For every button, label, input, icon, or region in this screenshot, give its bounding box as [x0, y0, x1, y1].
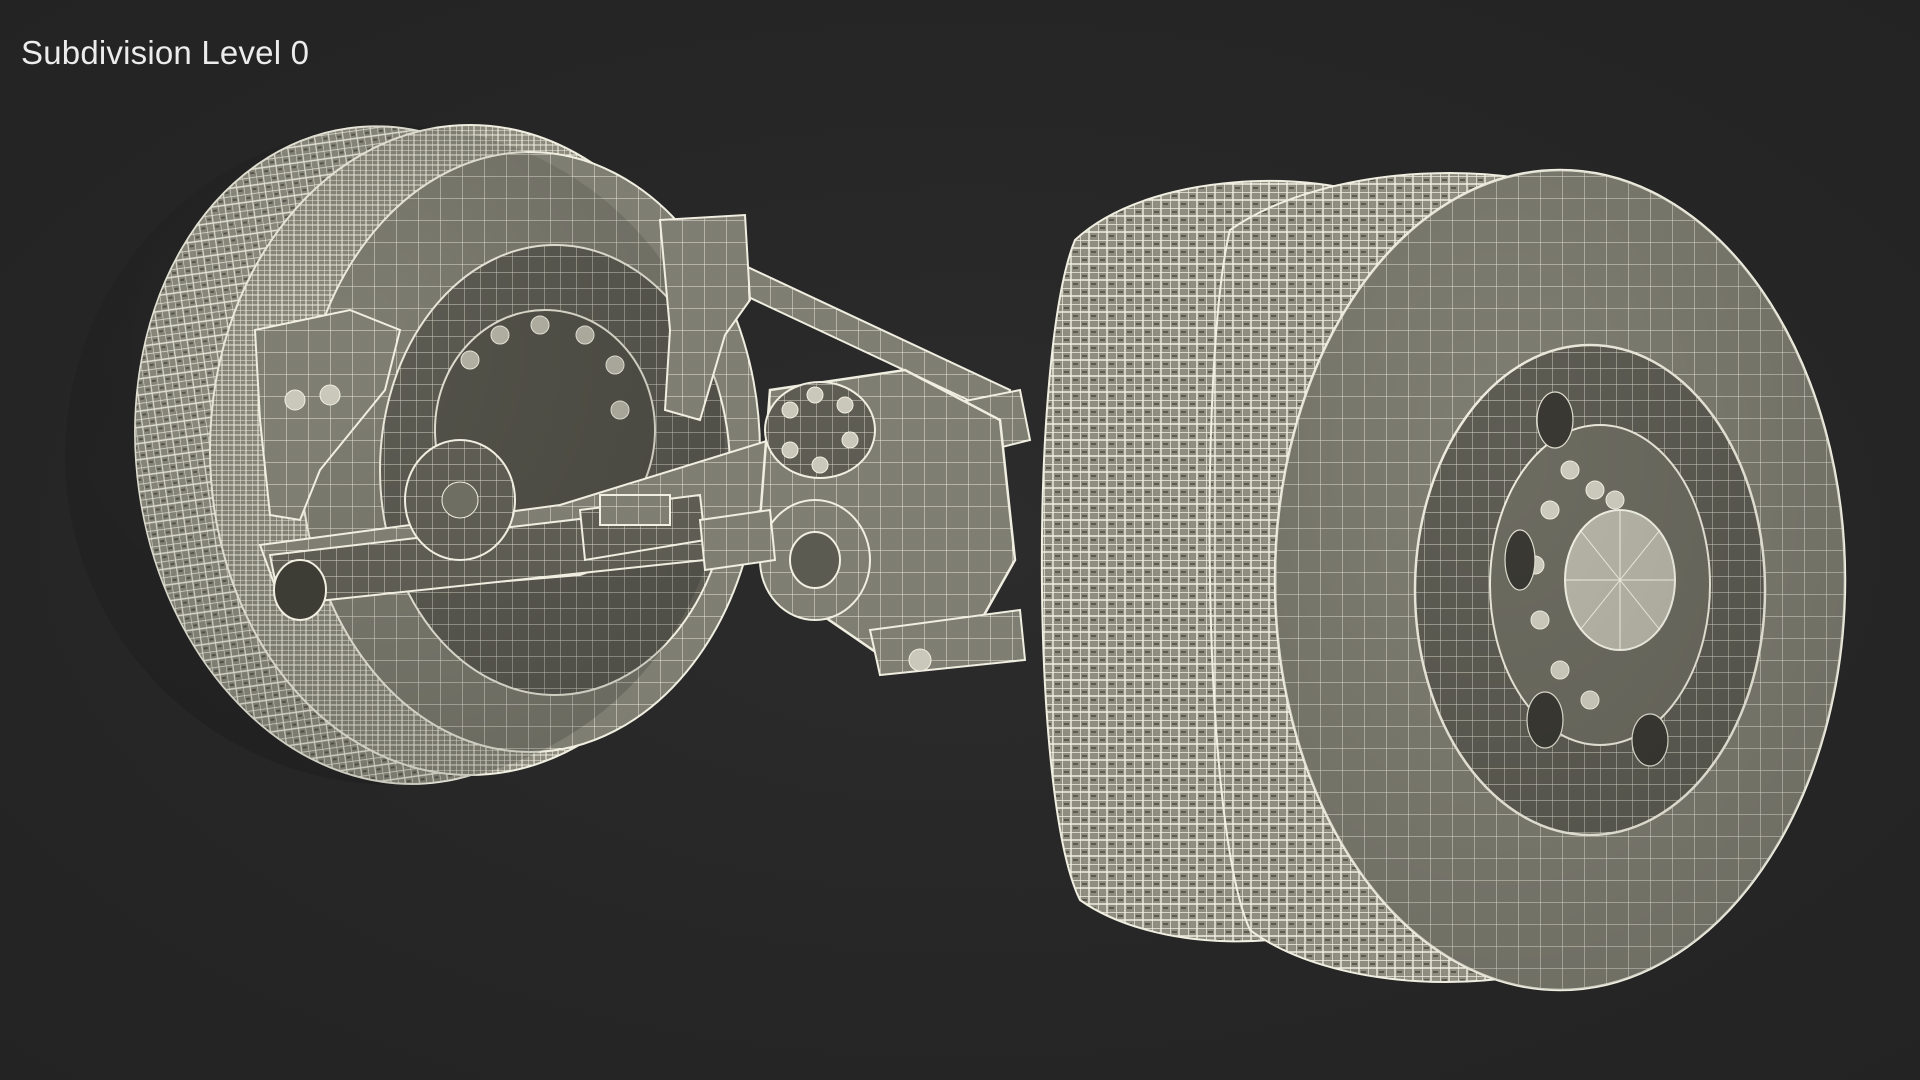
right-dual-wheel: [1040, 168, 1847, 992]
left-dual-wheel: [65, 124, 761, 785]
viewport: Subdivision Level 0: [0, 0, 1920, 1080]
axle-wireframe-render: [65, 124, 1847, 992]
